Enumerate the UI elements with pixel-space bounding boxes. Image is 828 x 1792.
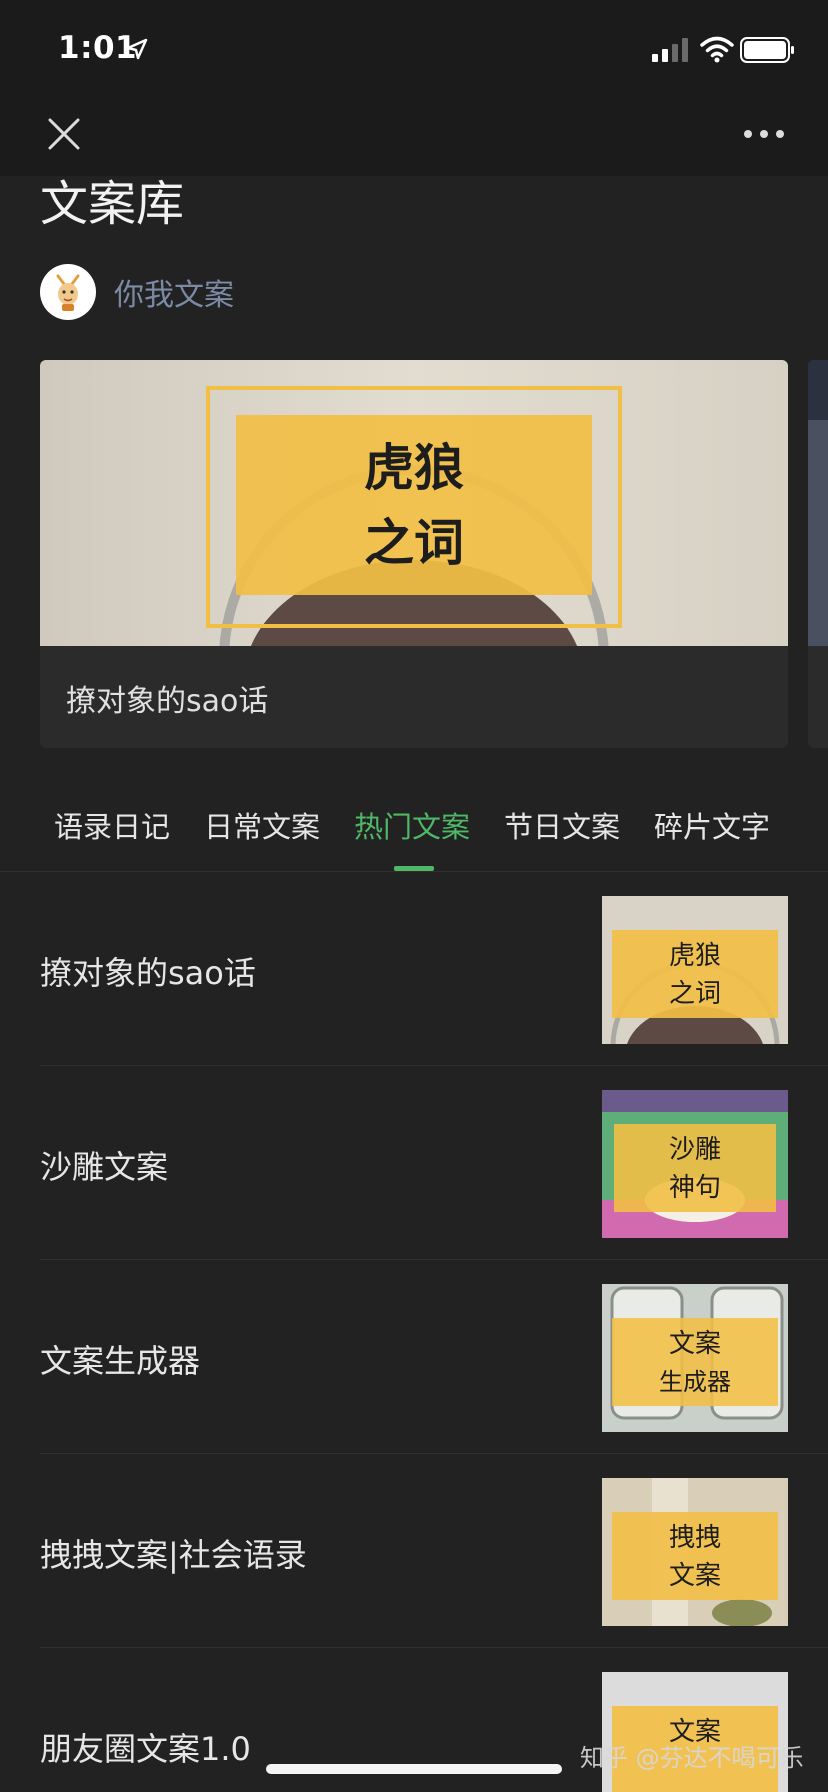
banner-title[interactable]: 撩对象的sao话 — [66, 676, 268, 720]
tab-fragment-text[interactable]: 碎片文字 — [654, 804, 770, 846]
battery-icon — [740, 37, 794, 63]
next-banner-image — [808, 360, 828, 646]
status-bar: 1:01 — [0, 0, 828, 92]
thumb-text-1: 虎狼 — [669, 941, 721, 971]
wifi-icon — [700, 36, 734, 63]
featured-banner-card[interactable]: 虎狼 之词 撩对象的sao话 — [40, 360, 788, 748]
close-icon[interactable] — [42, 112, 86, 156]
location-arrow-icon — [126, 38, 148, 60]
list-item-thumbnail: 拽拽 文案 — [602, 1478, 788, 1626]
cellular-signal-icon — [652, 38, 688, 62]
tab-holiday-copy[interactable]: 节日文案 — [504, 804, 620, 846]
list-item-thumbnail: 虎狼 之词 — [602, 896, 788, 1044]
thumb-text-2: 神句 — [669, 1173, 721, 1203]
list-item-title[interactable]: 沙雕文案 — [40, 1142, 168, 1188]
thumb-text-2: 之词 — [669, 979, 721, 1009]
tab-quote-diary[interactable]: 语录日记 — [54, 804, 170, 846]
banner-image-text-1: 虎狼 — [364, 438, 464, 497]
avatar[interactable] — [40, 264, 96, 320]
thumb-text-2: 文案 — [669, 1561, 721, 1591]
thumb-text-1: 文案 — [669, 1329, 721, 1359]
home-indicator — [266, 1764, 562, 1774]
tab-hot-copy[interactable]: 热门文案 — [354, 804, 470, 846]
cartoon-avatar-icon — [56, 274, 80, 311]
banner-image-text-2: 之词 — [364, 513, 464, 572]
nav-bar — [0, 92, 828, 176]
page-title: 文案库 — [40, 176, 185, 232]
category-tabs: 语录日记 日常文案 热门文案 节日文案 碎片文字 — [0, 780, 828, 872]
more-options-icon[interactable] — [740, 120, 788, 148]
list-item-title[interactable]: 朋友圈文案1.0 — [40, 1724, 251, 1770]
tab-daily-copy[interactable]: 日常文案 — [204, 804, 320, 846]
thumb-text-2: 生成器 — [659, 1368, 731, 1396]
list-item-title[interactable]: 文案生成器 — [40, 1336, 200, 1382]
list-item-title[interactable]: 撩对象的sao话 — [40, 948, 256, 994]
list-item-title[interactable]: 拽拽文案|社会语录 — [40, 1530, 307, 1576]
list-item[interactable]: 沙雕文案 沙雕 神句 — [0, 1066, 828, 1260]
active-tab-indicator — [394, 866, 434, 871]
watermark: 知乎 @芬达不喝可乐 — [580, 1744, 804, 1772]
list-item[interactable]: 文案生成器 文案 生成器 — [0, 1260, 828, 1454]
list-item-thumbnail: 文案 — [602, 1672, 788, 1792]
author-row[interactable]: 你我文案 — [40, 264, 234, 320]
author-name[interactable]: 你我文案 — [114, 270, 234, 314]
next-banner-peek[interactable] — [808, 360, 828, 748]
list-item-thumbnail: 文案 生成器 — [602, 1284, 788, 1432]
thumb-text-1: 沙雕 — [669, 1135, 721, 1165]
banner-image: 虎狼 之词 — [40, 360, 788, 646]
list-item[interactable]: 撩对象的sao话 虎狼 之词 — [0, 872, 828, 1066]
thumb-text-1: 拽拽 — [669, 1523, 721, 1553]
list-item-thumbnail: 沙雕 神句 — [602, 1090, 788, 1238]
list-item[interactable]: 拽拽文案|社会语录 拽拽 文案 — [0, 1454, 828, 1648]
